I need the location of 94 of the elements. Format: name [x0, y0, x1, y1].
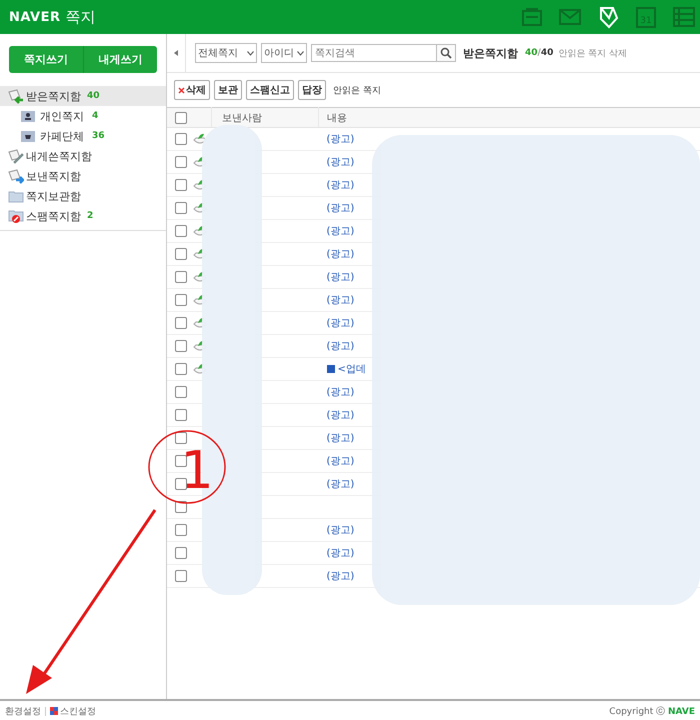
- row-checkbox[interactable]: [175, 570, 187, 582]
- unread-filter-link[interactable]: 안읽은 쪽지: [333, 84, 381, 96]
- row-checkbox[interactable]: [175, 133, 187, 146]
- folder-item[interactable]: 개인쪽지 4: [0, 106, 166, 126]
- folder-label: 받은쪽지함: [26, 88, 81, 104]
- search-field[interactable]: 쪽지검색: [311, 44, 436, 62]
- subject-link[interactable]: (광고): [318, 408, 354, 422]
- app-title: 쪽지: [66, 8, 96, 26]
- pencil-envelope-icon: [8, 148, 24, 164]
- cafe-folder-icon: [20, 128, 36, 144]
- skin-icon: [50, 707, 58, 715]
- search-button[interactable]: [436, 44, 456, 62]
- folder-count: 4: [92, 111, 98, 121]
- caret-icon: [297, 50, 304, 56]
- row-checkbox[interactable]: [175, 225, 187, 238]
- row-checkbox[interactable]: [175, 363, 187, 376]
- row-checkbox[interactable]: [175, 478, 187, 490]
- caret-icon: [247, 50, 254, 56]
- folder-title: 받은쪽지함: [463, 46, 518, 60]
- subject-link[interactable]: (광고): [318, 155, 354, 169]
- column-header[interactable]: 보낸사람: [212, 108, 318, 128]
- row-checkbox[interactable]: [175, 386, 187, 398]
- subject-link[interactable]: (광고): [318, 316, 354, 330]
- list-icon[interactable]: [672, 5, 696, 29]
- row-checkbox[interactable]: [175, 202, 187, 214]
- inbox-icon: [8, 88, 24, 104]
- subject-link[interactable]: (광고): [318, 224, 354, 238]
- subject-link[interactable]: (광고): [318, 385, 354, 399]
- folder-label: 개인쪽지: [40, 108, 84, 124]
- row-checkbox[interactable]: [175, 294, 187, 306]
- settings-link[interactable]: 환경설정: [5, 704, 41, 718]
- subject-link[interactable]: (광고): [318, 523, 354, 537]
- row-checkbox[interactable]: [175, 455, 187, 468]
- person-folder-icon: [20, 108, 36, 124]
- row-checkbox[interactable]: [175, 524, 187, 536]
- folder-label: 스팸쪽지함: [26, 208, 81, 224]
- row-checkbox[interactable]: [175, 179, 187, 192]
- folder-item[interactable]: 스팸쪽지함 2: [0, 206, 166, 226]
- column-header[interactable]: 내용: [318, 108, 700, 128]
- unread-count: 40: [525, 48, 538, 58]
- row-checkbox[interactable]: [175, 271, 187, 284]
- subject-link[interactable]: (광고): [318, 546, 354, 560]
- folder-item[interactable]: 쪽지보관함: [0, 186, 166, 206]
- row-checkbox[interactable]: [175, 317, 187, 330]
- folder-count: 36: [92, 131, 105, 141]
- subject-link[interactable]: (광고): [318, 201, 354, 215]
- subject-link[interactable]: (광고): [318, 178, 354, 192]
- row-checkbox[interactable]: [175, 547, 187, 560]
- sent-icon: [8, 168, 24, 184]
- skin-settings-link[interactable]: 스킨설정: [60, 704, 96, 718]
- action-button[interactable]: 보관: [214, 80, 242, 100]
- delete-unread-link[interactable]: 안읽은 쪽지 삭제: [558, 46, 628, 60]
- subject-link[interactable]: (광고): [318, 132, 354, 146]
- count-separator: /: [538, 48, 541, 58]
- subject-link[interactable]: (광고): [318, 431, 354, 445]
- subject-link[interactable]: (광고): [318, 454, 354, 468]
- collapse-icon[interactable]: [174, 50, 178, 56]
- subject-link[interactable]: <업데: [318, 362, 366, 376]
- copyright: Copyright ⓒ NAVE: [609, 706, 695, 718]
- subject-link[interactable]: (광고): [318, 293, 354, 307]
- search-icon: [440, 47, 452, 59]
- subject-link[interactable]: (광고): [318, 477, 354, 491]
- address-book-icon[interactable]: [520, 5, 544, 29]
- total-count: 40: [540, 48, 554, 58]
- folder-item[interactable]: 카페단체 36: [0, 126, 166, 146]
- folder-label: 카페단체: [40, 128, 84, 144]
- row-checkbox[interactable]: [175, 156, 187, 168]
- close-icon: [178, 86, 185, 94]
- delete-button[interactable]: 삭제: [174, 80, 210, 100]
- subject-link[interactable]: (광고): [318, 247, 354, 261]
- folder-label: 보낸쪽지함: [26, 168, 81, 184]
- folder-item[interactable]: 내게쓴쪽지함: [0, 146, 166, 166]
- subject-link[interactable]: (광고): [318, 270, 354, 284]
- logo[interactable]: NAVER: [9, 10, 61, 24]
- folder-count: 40: [87, 91, 100, 101]
- row-checkbox[interactable]: [175, 340, 187, 352]
- folder-item[interactable]: 받은쪽지함 40: [0, 86, 166, 106]
- row-checkbox[interactable]: [175, 409, 187, 422]
- spam-folder-icon: [8, 208, 24, 224]
- annotation-circle: 1: [148, 430, 226, 504]
- subject-link[interactable]: (광고): [318, 339, 354, 353]
- folder-label: 쪽지보관함: [26, 188, 81, 204]
- action-button[interactable]: 스팸신고: [246, 80, 294, 100]
- select-all-checkbox[interactable]: [175, 112, 187, 124]
- filter-dropdown[interactable]: 전체쪽지: [195, 43, 257, 63]
- row-checkbox[interactable]: [175, 432, 187, 444]
- search-type-dropdown[interactable]: 아이디: [261, 43, 307, 63]
- row-checkbox[interactable]: [175, 248, 187, 260]
- action-button[interactable]: 답장: [298, 80, 326, 100]
- folder-icon: [8, 188, 24, 204]
- folder-item[interactable]: 보낸쪽지함: [0, 166, 166, 186]
- folder-label: 내게쓴쪽지함: [26, 148, 92, 164]
- folder-count: 2: [87, 211, 94, 221]
- subject-link[interactable]: (광고): [318, 569, 354, 583]
